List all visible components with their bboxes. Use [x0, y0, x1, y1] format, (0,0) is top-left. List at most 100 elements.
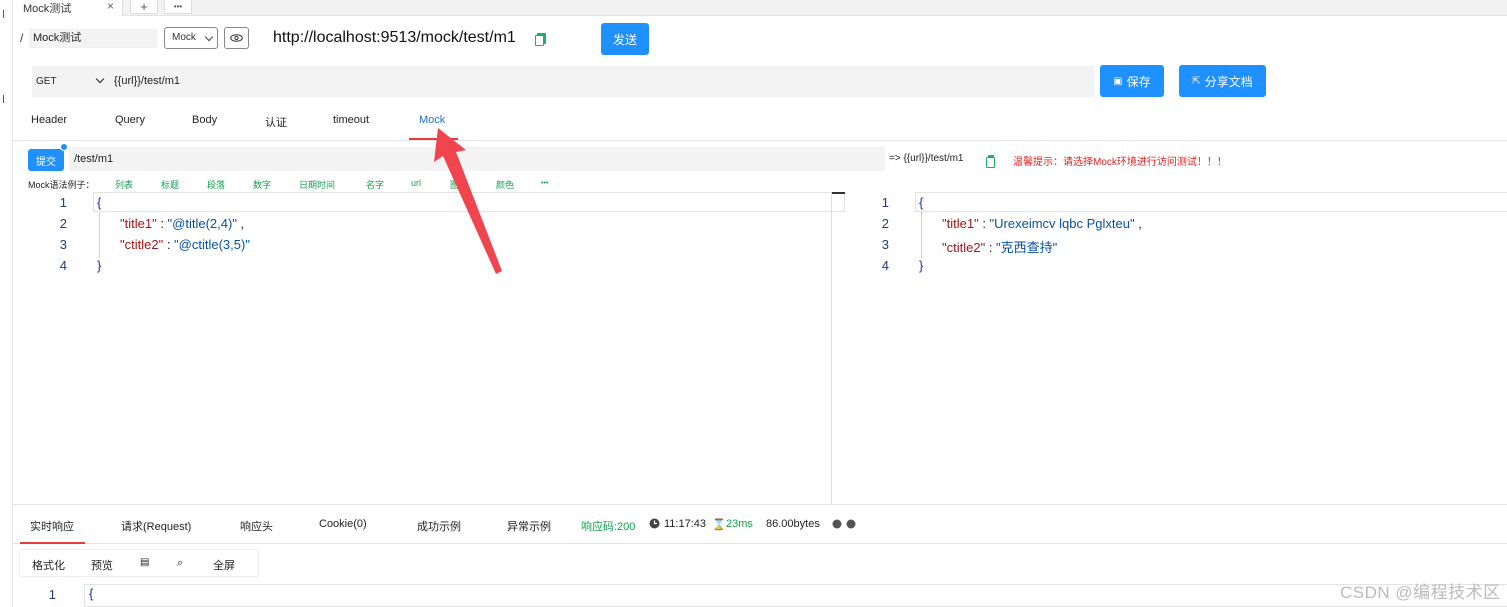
json-key: "title1": [942, 216, 979, 231]
line-number: 3: [881, 237, 889, 252]
example-link-name[interactable]: 名字: [366, 178, 384, 191]
save-icon: ▣: [1113, 75, 1123, 87]
tab-success-example[interactable]: 成功示例: [417, 518, 461, 534]
annotation-arrow-icon: [434, 128, 502, 274]
method-select[interactable]: GET: [36, 76, 57, 87]
request-tabs: Header Query Body 认证 timeout Mock: [13, 108, 1507, 141]
response-tabs: 实时响应 请求(Request) 响应头 Cookie(0) 成功示例 异常示例…: [13, 505, 1507, 544]
json-sep: :: [985, 240, 997, 255]
editor-scrollbar[interactable]: [832, 192, 845, 194]
json-sep: :: [978, 216, 990, 231]
json-value: "克西查持": [996, 240, 1058, 255]
download-icon[interactable]: [846, 519, 856, 532]
tab-body[interactable]: Body: [192, 114, 217, 126]
example-link-paragraph[interactable]: 段落: [207, 178, 225, 191]
tab-more-button[interactable]: •••: [164, 0, 192, 14]
tab-live-response[interactable]: 实时响应: [30, 518, 74, 534]
clock-icon: [649, 518, 660, 532]
code-entry: "title1" : "@title(2,4)" ,: [120, 216, 244, 231]
tab-auth[interactable]: 认证: [265, 114, 287, 130]
mock-result-editor-frame: [915, 192, 1507, 212]
line-number: 1: [59, 195, 67, 210]
example-link-number[interactable]: 数字: [253, 178, 271, 191]
json-key: "ctitle2": [120, 237, 164, 252]
plus-icon: +: [140, 0, 148, 14]
tab-header[interactable]: Header: [31, 114, 67, 126]
environment-select-value: Mock: [172, 32, 196, 43]
close-brace: }: [919, 258, 924, 273]
json-value: "@title(2,4)": [167, 216, 237, 231]
request-name-input[interactable]: Mock测试: [29, 29, 157, 48]
active-tab-indicator: [20, 542, 85, 544]
open-brace: {: [97, 195, 102, 210]
chevron-down-icon: [204, 32, 214, 42]
example-link-title[interactable]: 标题: [161, 178, 179, 191]
watermark: CSDN @编程技术区: [1340, 583, 1501, 602]
example-link-datetime[interactable]: 日期时间: [299, 178, 335, 191]
indent-guide: [99, 212, 100, 258]
left-window-edge: [0, 0, 13, 607]
line-number: 1: [48, 587, 56, 602]
format-button[interactable]: 格式化: [32, 557, 65, 573]
hourglass-icon: ⌛: [712, 519, 726, 531]
share-doc-button[interactable]: ⇱ 分享文档: [1179, 65, 1266, 97]
tab-cookie[interactable]: Cookie(0): [319, 518, 367, 530]
response-toolbar: 格式化 预览 ▤ ⌕ 全屏: [19, 549, 259, 577]
mock-submit-button[interactable]: 提交: [28, 149, 64, 171]
document-tab[interactable]: Mock测试 ×: [13, 0, 123, 16]
status-code: 响应码:200: [581, 521, 636, 533]
example-link-list[interactable]: 列表: [115, 178, 133, 191]
json-trail: ,: [1134, 216, 1142, 231]
preview-button[interactable]: 预览: [91, 557, 113, 573]
eye-icon: [230, 34, 243, 42]
copy-url-icon[interactable]: [535, 33, 546, 46]
json-sep: :: [163, 237, 175, 252]
json-trail: ,: [236, 216, 245, 231]
editor-split-divider[interactable]: [831, 192, 832, 504]
tab-timeout[interactable]: timeout: [333, 114, 369, 126]
indent-guide: [921, 212, 922, 258]
request-url-input[interactable]: {{url}}/test/m1: [114, 75, 180, 87]
close-brace: }: [97, 258, 102, 273]
send-button[interactable]: 发送: [601, 23, 649, 55]
line-number: 3: [59, 237, 67, 252]
response-body-editor[interactable]: {: [84, 584, 1507, 607]
breadcrumb-separator: /: [20, 31, 24, 45]
document-tab-strip: Mock测试 × + •••: [13, 0, 1507, 16]
share-button-label: 分享文档: [1204, 74, 1253, 89]
tab-error-example[interactable]: 异常示例: [507, 518, 551, 534]
json-key: "title1": [120, 216, 157, 231]
tab-request[interactable]: 请求(Request): [121, 518, 191, 534]
json-sep: :: [156, 216, 168, 231]
edge-mark: [0, 10, 4, 18]
mock-warning: 温馨提示：请选择Mock环境进行访问测试！！！: [1013, 157, 1227, 168]
tab-response-headers[interactable]: 响应头: [240, 518, 273, 534]
save-button-label: 保存: [1126, 74, 1151, 89]
line-number: 2: [59, 216, 67, 231]
environment-select[interactable]: Mock: [164, 27, 218, 49]
request-bar: GET {{url}}/test/m1: [32, 66, 1094, 97]
line-number: 2: [881, 216, 889, 231]
close-icon[interactable]: ×: [107, 0, 114, 13]
new-tab-button[interactable]: +: [130, 0, 158, 14]
tab-query[interactable]: Query: [115, 114, 145, 126]
copy-icon[interactable]: ▤: [140, 557, 149, 568]
preview-eye-button[interactable]: [224, 27, 249, 49]
search-icon[interactable]: ⌕: [177, 557, 183, 570]
edge-mark: [0, 95, 4, 103]
full-url-display: http://localhost:9513/mock/test/m1: [273, 29, 516, 46]
code-entry: "ctitle2" : "@ctitle(3,5)": [120, 237, 250, 252]
info-icon[interactable]: [832, 519, 842, 532]
more-icon: •••: [173, 1, 183, 11]
examples-label: Mock语法例子：: [28, 180, 95, 190]
copy-resolved-url-icon[interactable]: [986, 155, 995, 168]
resolved-url: => {{url}}/test/m1: [889, 153, 964, 164]
badge-dot: [60, 143, 68, 151]
open-brace: {: [89, 586, 94, 601]
chevron-down-icon[interactable]: [95, 74, 105, 84]
line-number: 4: [881, 258, 889, 273]
example-more-icon[interactable]: •••: [541, 180, 548, 187]
save-button[interactable]: ▣ 保存: [1100, 65, 1164, 97]
line-number: 1: [881, 195, 889, 210]
fullscreen-button[interactable]: 全屏: [213, 557, 235, 573]
